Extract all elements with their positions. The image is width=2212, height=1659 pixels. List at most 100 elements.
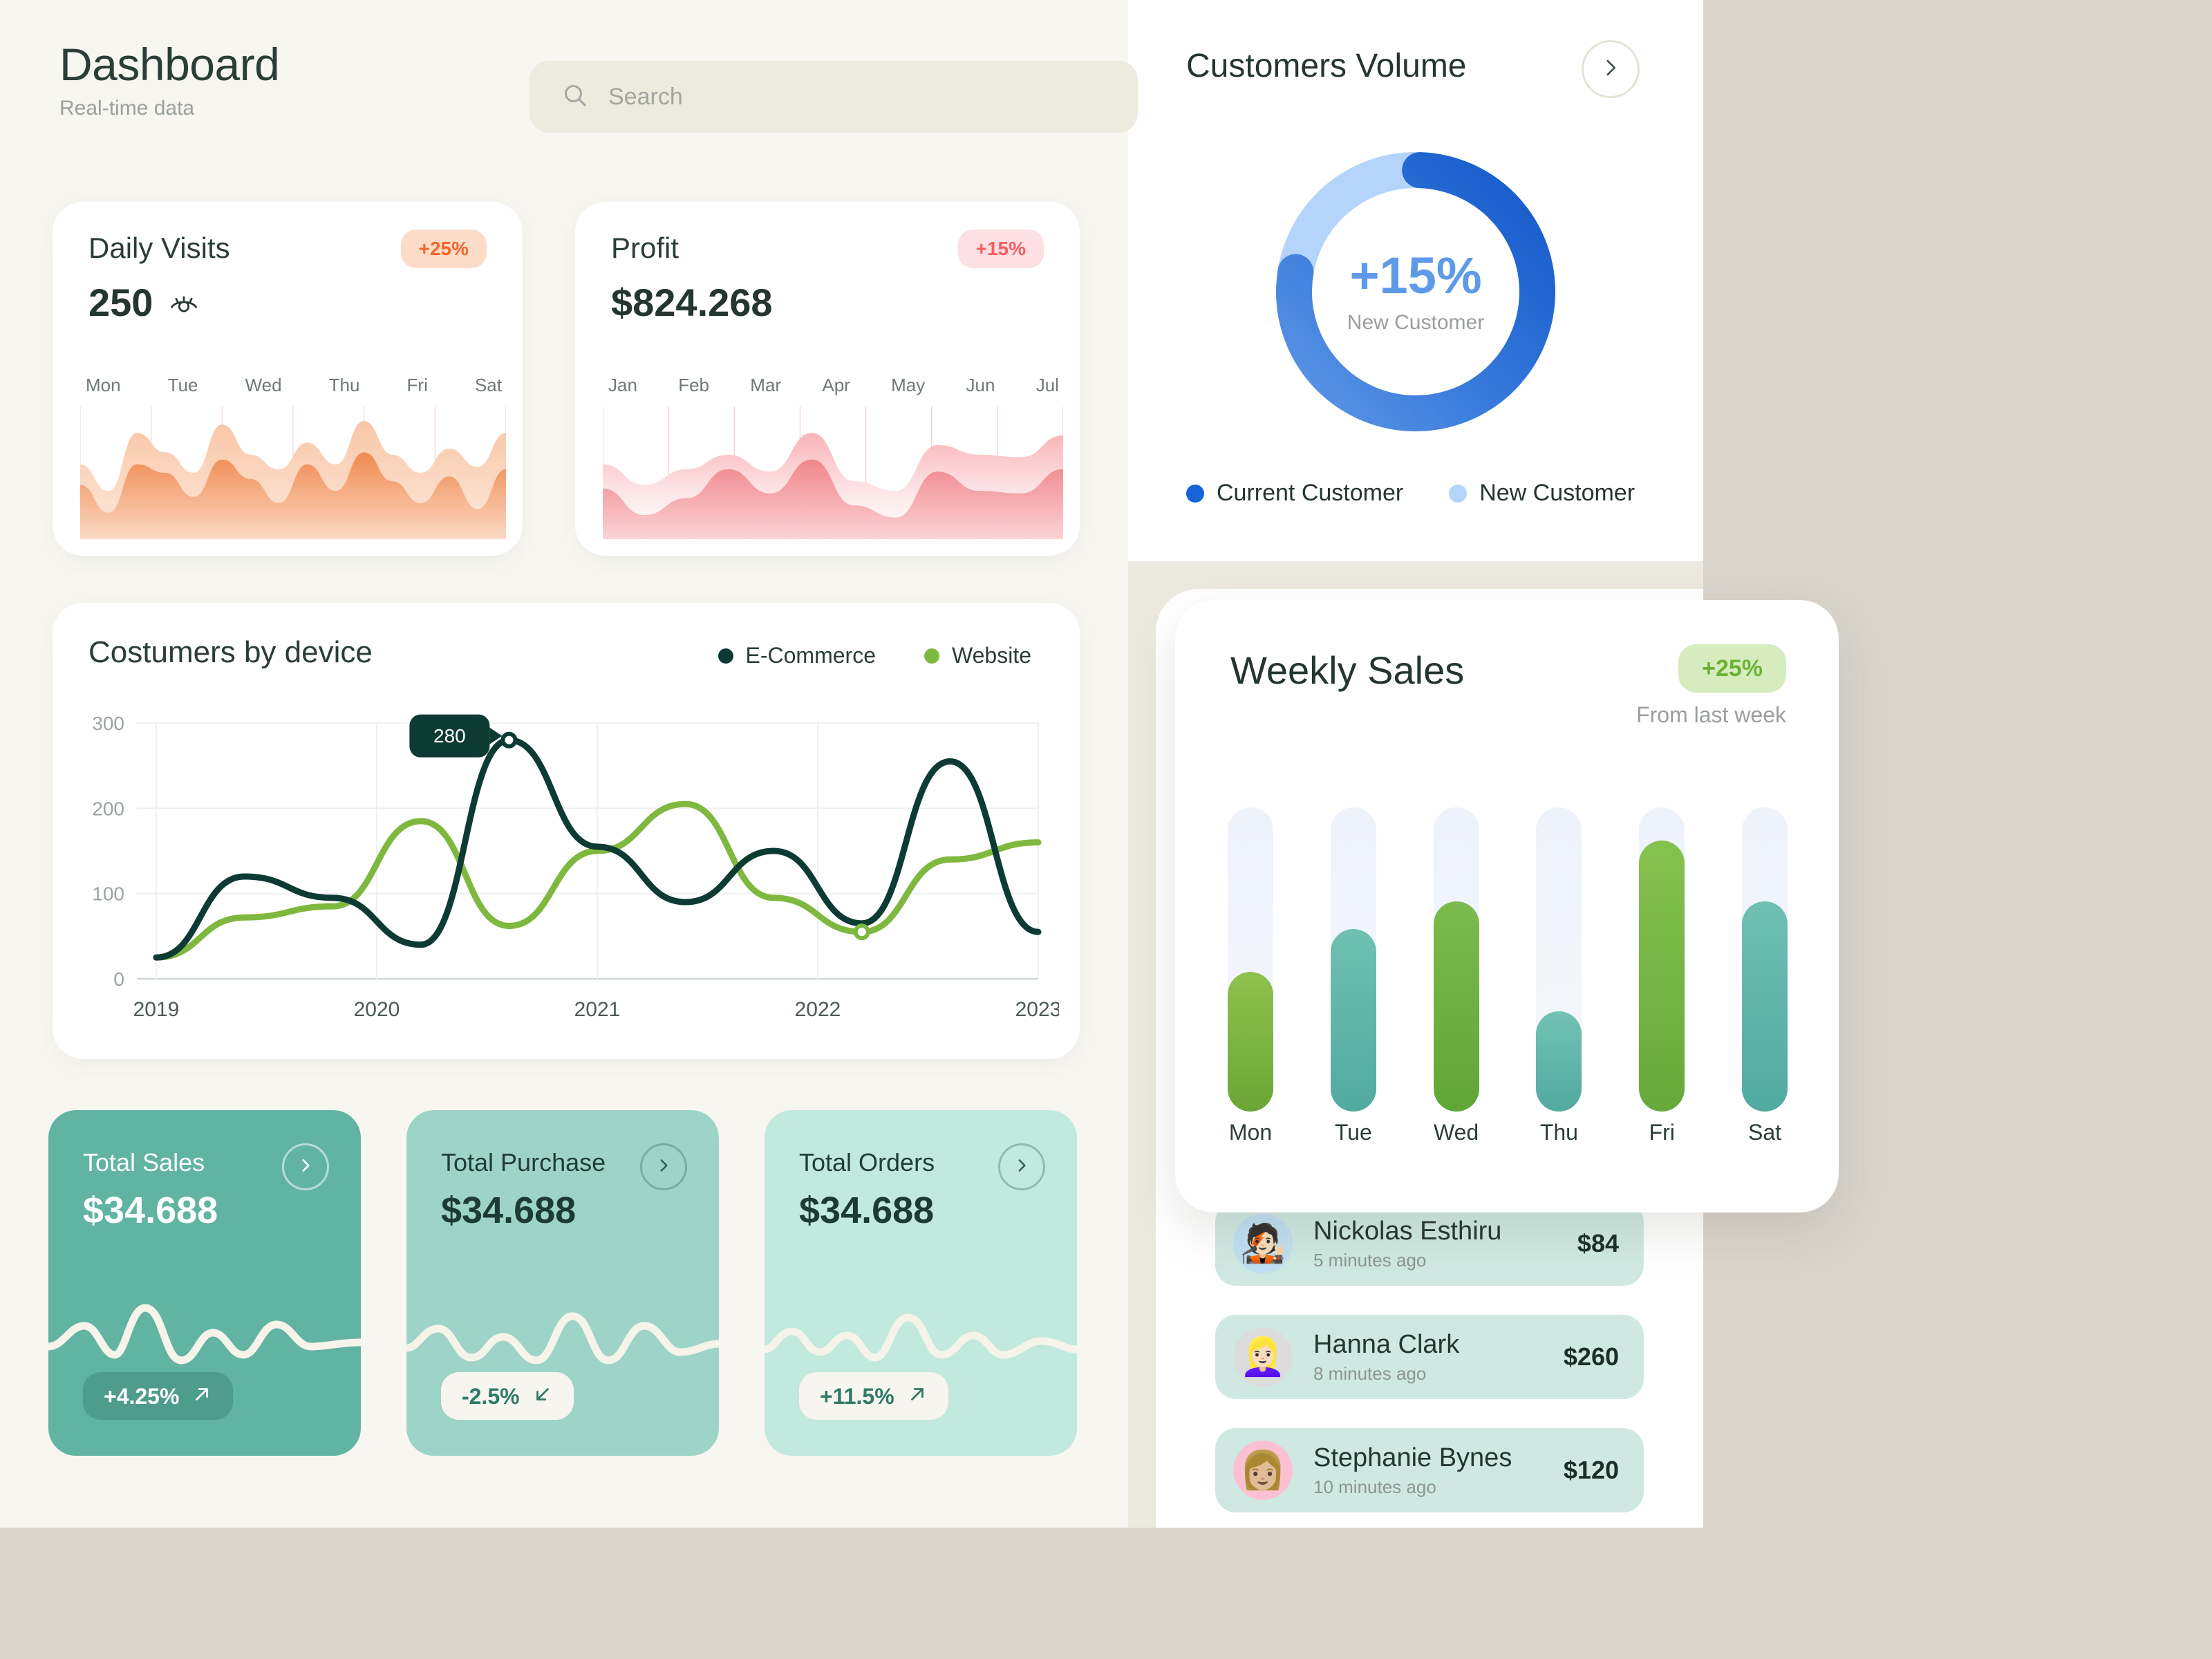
list-item-time: 8 minutes ago	[1313, 1363, 1427, 1384]
weekly-sales-axis-label: Fri	[1649, 1120, 1675, 1145]
total-orders-delta-value: +11.5%	[820, 1383, 894, 1409]
profit-badge: +15%	[957, 229, 1044, 268]
profit-value: $824.268	[611, 281, 773, 324]
axis-label: May	[891, 375, 926, 395]
total-purchase-card[interactable]: Total Purchase $34.688 -2.5%	[406, 1110, 719, 1456]
weekly-sales-bar-column[interactable]	[1639, 807, 1685, 1112]
legend-label: Current Customer	[1217, 480, 1404, 506]
weekly-sales-bar-column[interactable]	[1228, 807, 1273, 1112]
svg-text:2019: 2019	[133, 998, 180, 1021]
total-sales-delta: +4.25%	[83, 1372, 234, 1420]
costumers-by-device-card: Costumers by device E-Commerce Website 0…	[53, 603, 1080, 1059]
axis-label: Thu	[328, 375, 360, 395]
axis-label: Fri	[406, 375, 428, 395]
weekly-sales-bar	[1330, 929, 1376, 1112]
daily-visits-card[interactable]: Daily Visits 250 +25% Mon Tue Wed Thu Fr…	[53, 202, 523, 556]
chevron-right-icon	[297, 1156, 315, 1178]
list-item-time: 10 minutes ago	[1313, 1477, 1436, 1497]
daily-visits-value-row: 250	[88, 283, 487, 322]
total-sales-value: $34.688	[83, 1190, 218, 1231]
axis-label: Jan	[608, 375, 637, 395]
svg-text:300: 300	[92, 713, 124, 734]
total-sales-delta-value: +4.25%	[104, 1383, 180, 1409]
list-item-text: Hanna Clark 8 minutes ago	[1313, 1331, 1459, 1382]
weekly-sales-bar-column[interactable]	[1330, 807, 1376, 1112]
legend-item-website[interactable]: Website	[924, 643, 1031, 668]
customers-volume-title: Customers Volume	[1186, 48, 1467, 84]
profit-card[interactable]: Profit $824.268 +15% Jan Feb Mar Apr May…	[575, 202, 1080, 556]
daily-visits-head: Daily Visits 250 +25%	[88, 229, 487, 322]
weekly-sales-axis-label: Mon	[1228, 1120, 1273, 1145]
weekly-sales-bar	[1536, 1011, 1582, 1112]
svg-text:0: 0	[113, 968, 124, 990]
customers-volume-sublabel: New Customer	[1347, 311, 1485, 334]
total-orders-card[interactable]: Total Orders $34.688 +11.5%	[765, 1110, 1077, 1456]
daily-visits-badge: +25%	[400, 229, 487, 268]
profit-head: Profit $824.268 +15%	[611, 229, 1044, 324]
search-input[interactable]: Search	[529, 61, 1138, 133]
daily-visits-value: 250	[88, 281, 153, 324]
weekly-sales-bar-column[interactable]	[1433, 807, 1479, 1112]
total-sales-detail-button[interactable]	[282, 1143, 329, 1190]
search-placeholder: Search	[608, 83, 683, 110]
list-item-text: Stephanie Bynes 10 minutes ago	[1313, 1445, 1512, 1496]
legend-dot-icon	[1186, 484, 1204, 503]
total-sales-card[interactable]: Total Sales $34.688 +4.25%	[48, 1110, 361, 1456]
avatar: 🧑🏻‍🎤	[1233, 1214, 1293, 1273]
recent-activity-list: 🧑🏻‍🎤 Nickolas Esthiru 5 minutes ago $84 …	[1215, 1201, 1644, 1541]
profit-area-chart	[603, 406, 1063, 539]
total-sales-sparkline	[48, 1283, 361, 1387]
total-purchase-sparkline	[406, 1283, 719, 1387]
total-orders-sparkline	[765, 1283, 1077, 1387]
total-sales-title: Total Sales	[83, 1148, 205, 1177]
weekly-sales-subtitle: From last week	[1636, 702, 1786, 727]
list-item-name: Stephanie Bynes	[1313, 1443, 1512, 1472]
customers-volume-detail-button[interactable]	[1582, 40, 1640, 98]
avatar: 👱🏻‍♀️	[1233, 1327, 1293, 1387]
weekly-sales-bar	[1741, 901, 1788, 1112]
weekly-sales-bar	[1228, 971, 1273, 1112]
weekly-sales-axis-label: Wed	[1433, 1120, 1479, 1145]
svg-text:2020: 2020	[354, 998, 400, 1021]
search-icon	[561, 82, 589, 113]
weekly-sales-axis-labels: Mon Tue Wed Thu Fri Sat	[1228, 1120, 1788, 1145]
list-item-amount: $260	[1563, 1342, 1619, 1371]
axis-label: Mon	[86, 375, 121, 395]
list-item[interactable]: 👱🏻‍♀️ Hanna Clark 8 minutes ago $260	[1215, 1315, 1644, 1399]
svg-text:100: 100	[92, 883, 124, 905]
total-purchase-detail-button[interactable]	[640, 1143, 687, 1190]
list-item-name: Hanna Clark	[1313, 1330, 1460, 1359]
axis-label: Jul	[1035, 375, 1059, 395]
chart-tooltip-value: 280	[433, 725, 466, 747]
weekly-sales-columns	[1228, 807, 1788, 1112]
svg-text:2021: 2021	[574, 998, 621, 1021]
list-item[interactable]: 🧑🏻‍🎤 Nickolas Esthiru 5 minutes ago $84	[1215, 1201, 1644, 1286]
legend-dot-icon	[718, 648, 733, 664]
total-orders-detail-button[interactable]	[998, 1143, 1045, 1190]
weekly-sales-bar-column[interactable]	[1536, 807, 1582, 1112]
axis-label: Jun	[966, 375, 995, 395]
weekly-sales-bar-column[interactable]	[1741, 807, 1788, 1112]
legend-label: New Customer	[1479, 480, 1635, 506]
eye-icon	[168, 283, 200, 322]
weekly-sales-bar	[1639, 841, 1685, 1112]
legend-item-new-customer[interactable]: New Customer	[1449, 480, 1635, 507]
header: Dashboard Real-time data Search	[59, 41, 1138, 138]
legend-item-current-customer[interactable]: Current Customer	[1186, 480, 1403, 507]
avatar: 👩🏼	[1233, 1441, 1293, 1500]
axis-label: Wed	[245, 375, 282, 395]
weekly-sales-bar-chart: Mon Tue Wed Thu Fri Sat	[1228, 807, 1788, 1167]
dashboard-stage: Dashboard Real-time data Search Daily Vi…	[0, 0, 2212, 1659]
weekly-sales-title: Weekly Sales	[1230, 648, 1465, 692]
weekly-sales-card: Weekly Sales +25% From last week Mon Tue W…	[1175, 600, 1839, 1212]
customers-volume-value: +15%	[1349, 247, 1482, 304]
chevron-right-icon	[1013, 1156, 1031, 1178]
list-item[interactable]: 👩🏼 Stephanie Bynes 10 minutes ago $120	[1215, 1428, 1644, 1512]
total-purchase-value: $34.688	[441, 1190, 577, 1231]
costumers-by-device-legend: E-Commerce Website	[718, 643, 1031, 668]
axis-label: Feb	[678, 375, 710, 395]
weekly-sales-badge: +25%	[1678, 644, 1786, 693]
legend-item-ecommerce[interactable]: E-Commerce	[718, 643, 876, 668]
total-orders-value: $34.688	[799, 1190, 935, 1231]
axis-label: Sat	[474, 375, 502, 395]
